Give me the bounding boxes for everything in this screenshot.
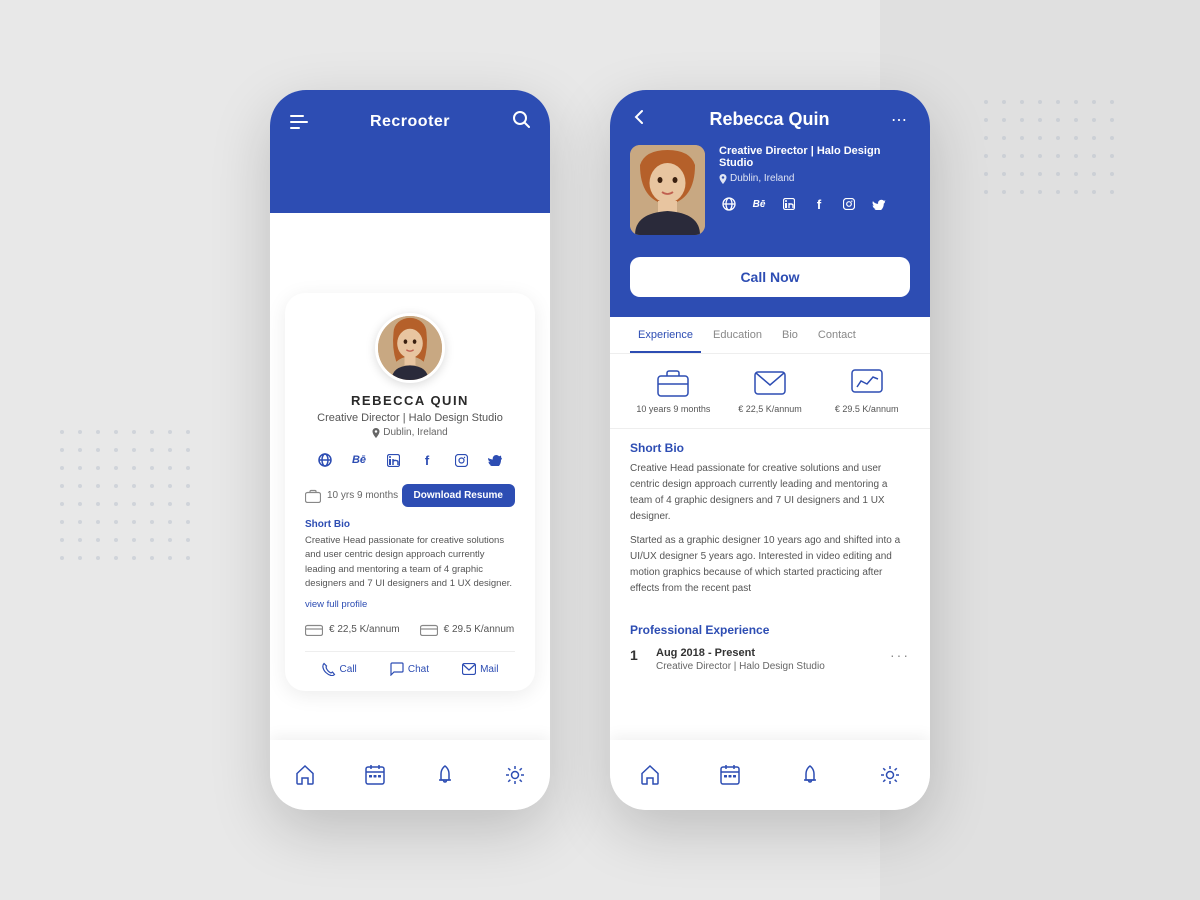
professional-exp-title: Professional Experience	[630, 623, 910, 637]
experience-badge: 10 yrs 9 months	[305, 489, 398, 503]
app-title: Recrooter	[370, 113, 450, 131]
stats-row: 10 years 9 months € 22,5 K/annum	[610, 354, 930, 429]
short-bio-label: Short Bio	[305, 519, 515, 530]
p2-bio-extended: Started as a graphic designer 10 years a…	[630, 533, 910, 597]
facebook-icon[interactable]: f	[415, 448, 439, 472]
phone-2-header: Rebecca Quin ⋯	[610, 90, 930, 317]
social-icons-p2: Bē f	[719, 194, 910, 214]
download-resume-button[interactable]: Download Resume	[402, 484, 515, 507]
action-row: Call Chat Mail	[305, 651, 515, 676]
linkedin-icon[interactable]	[381, 448, 405, 472]
chat-button[interactable]: Chat	[390, 662, 429, 676]
twitter-icon[interactable]	[483, 448, 507, 472]
experience-label: 10 years 9 months	[636, 404, 710, 414]
profile-body: Short Bio Creative Head passionate for c…	[610, 429, 930, 684]
p2-instagram-icon[interactable]	[839, 194, 859, 214]
more-options-icon[interactable]: ⋯	[891, 110, 910, 130]
p2-facebook-icon[interactable]: f	[809, 194, 829, 214]
salary-min-label: € 22,5 K/annum	[738, 404, 802, 414]
nav-settings-p2[interactable]	[879, 764, 901, 786]
call-now-button[interactable]: Call Now	[630, 257, 910, 297]
avatar	[375, 313, 445, 383]
nav-calendar-p2[interactable]	[719, 764, 741, 786]
instagram-icon[interactable]	[449, 448, 473, 472]
tab-experience[interactable]: Experience	[630, 329, 701, 353]
back-button[interactable]	[630, 108, 648, 131]
salary-max-label: € 29.5 K/annum	[835, 404, 899, 414]
profile-name: REBECCA QUIN	[305, 393, 515, 408]
bottom-nav-1	[270, 740, 550, 810]
nav-home-p2[interactable]	[639, 764, 661, 786]
exp-more-options[interactable]: ···	[890, 647, 910, 663]
search-icon[interactable]	[512, 110, 530, 133]
exp-role: Creative Director | Halo Design Studio	[656, 661, 880, 672]
exp-date: Aug 2018 - Present	[656, 647, 880, 659]
profile-title: Creative Director | Halo Design Studio	[305, 412, 515, 424]
chart-icon	[849, 368, 885, 398]
profile-location-p2: Dublin, Ireland	[719, 173, 910, 184]
nav-calendar[interactable]	[364, 764, 386, 786]
social-icons-row: Bē f	[305, 448, 515, 472]
experience-item-1: 1 Aug 2018 - Present Creative Director |…	[630, 647, 910, 672]
dot-grid-left	[60, 430, 196, 566]
stat-salary-max: € 29.5 K/annum	[823, 368, 910, 414]
p2-linkedin-icon[interactable]	[779, 194, 799, 214]
salary-min: € 22,5 K/annum	[305, 622, 400, 636]
call-button[interactable]: Call	[322, 662, 357, 676]
salary-row: € 22,5 K/annum € 29.5 K/annum	[305, 622, 515, 636]
tab-contact[interactable]: Contact	[810, 329, 864, 353]
short-bio-text: Creative Head passionate for creative so…	[305, 534, 515, 591]
globe-icon[interactable]	[313, 448, 337, 472]
envelope-icon	[752, 368, 788, 398]
nav-settings[interactable]	[504, 764, 526, 786]
p2-behance-icon[interactable]: Bē	[749, 194, 769, 214]
nav-bell[interactable]	[434, 764, 456, 786]
stat-salary-min: € 22,5 K/annum	[727, 368, 814, 414]
profile-tabs: Experience Education Bio Contact	[610, 317, 930, 354]
p2-twitter-icon[interactable]	[869, 194, 889, 214]
phone-1: Recrooter	[270, 90, 550, 810]
tab-education[interactable]: Education	[705, 329, 770, 353]
phone-2: Rebecca Quin ⋯	[610, 90, 930, 810]
short-bio-section: Short Bio Creative Head passionate for c…	[305, 519, 515, 591]
briefcase-icon	[655, 368, 691, 398]
profile-location: Dublin, Ireland	[305, 427, 515, 438]
phone-1-header: Recrooter	[270, 90, 550, 213]
resume-row: 10 yrs 9 months Download Resume	[305, 484, 515, 507]
p2-short-bio-title: Short Bio	[630, 441, 910, 455]
salary-max: € 29.5 K/annum	[420, 622, 515, 636]
tab-bio[interactable]: Bio	[774, 329, 806, 353]
profile-card: REBECCA QUIN Creative Director | Halo De…	[285, 293, 535, 691]
menu-icon[interactable]	[290, 115, 308, 129]
dot-grid-right	[984, 100, 1120, 236]
avatar-p2	[630, 145, 705, 235]
profile-name-p2: Rebecca Quin	[709, 109, 829, 130]
mail-button[interactable]: Mail	[462, 662, 498, 676]
p2-globe-icon[interactable]	[719, 194, 739, 214]
stat-experience: 10 years 9 months	[630, 368, 717, 414]
p2-short-bio-text: Creative Head passionate for creative so…	[630, 461, 910, 525]
behance-icon[interactable]: Bē	[347, 448, 371, 472]
view-full-profile-link[interactable]: view full profile	[305, 599, 515, 610]
phones-container: Recrooter	[270, 90, 930, 810]
nav-bell-p2[interactable]	[799, 764, 821, 786]
profile-job-p2: Creative Director | Halo Design Studio	[719, 145, 910, 169]
bottom-nav-2	[610, 740, 930, 810]
nav-home[interactable]	[294, 764, 316, 786]
